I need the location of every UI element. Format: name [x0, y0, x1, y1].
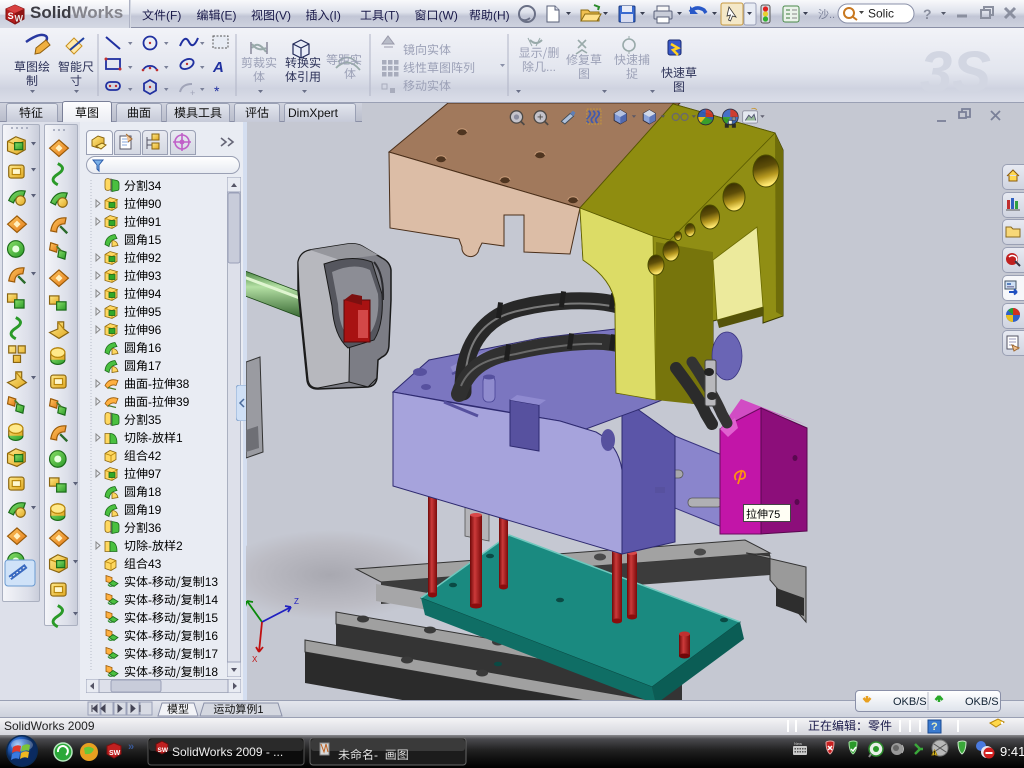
svg-text:S: S	[8, 11, 14, 21]
svg-text:Z: Z	[294, 597, 299, 606]
svg-text:?: ?	[931, 721, 938, 733]
svg-text:3S: 3S	[920, 40, 991, 100]
svg-text:X: X	[252, 655, 258, 664]
svg-text:W: W	[15, 14, 24, 24]
